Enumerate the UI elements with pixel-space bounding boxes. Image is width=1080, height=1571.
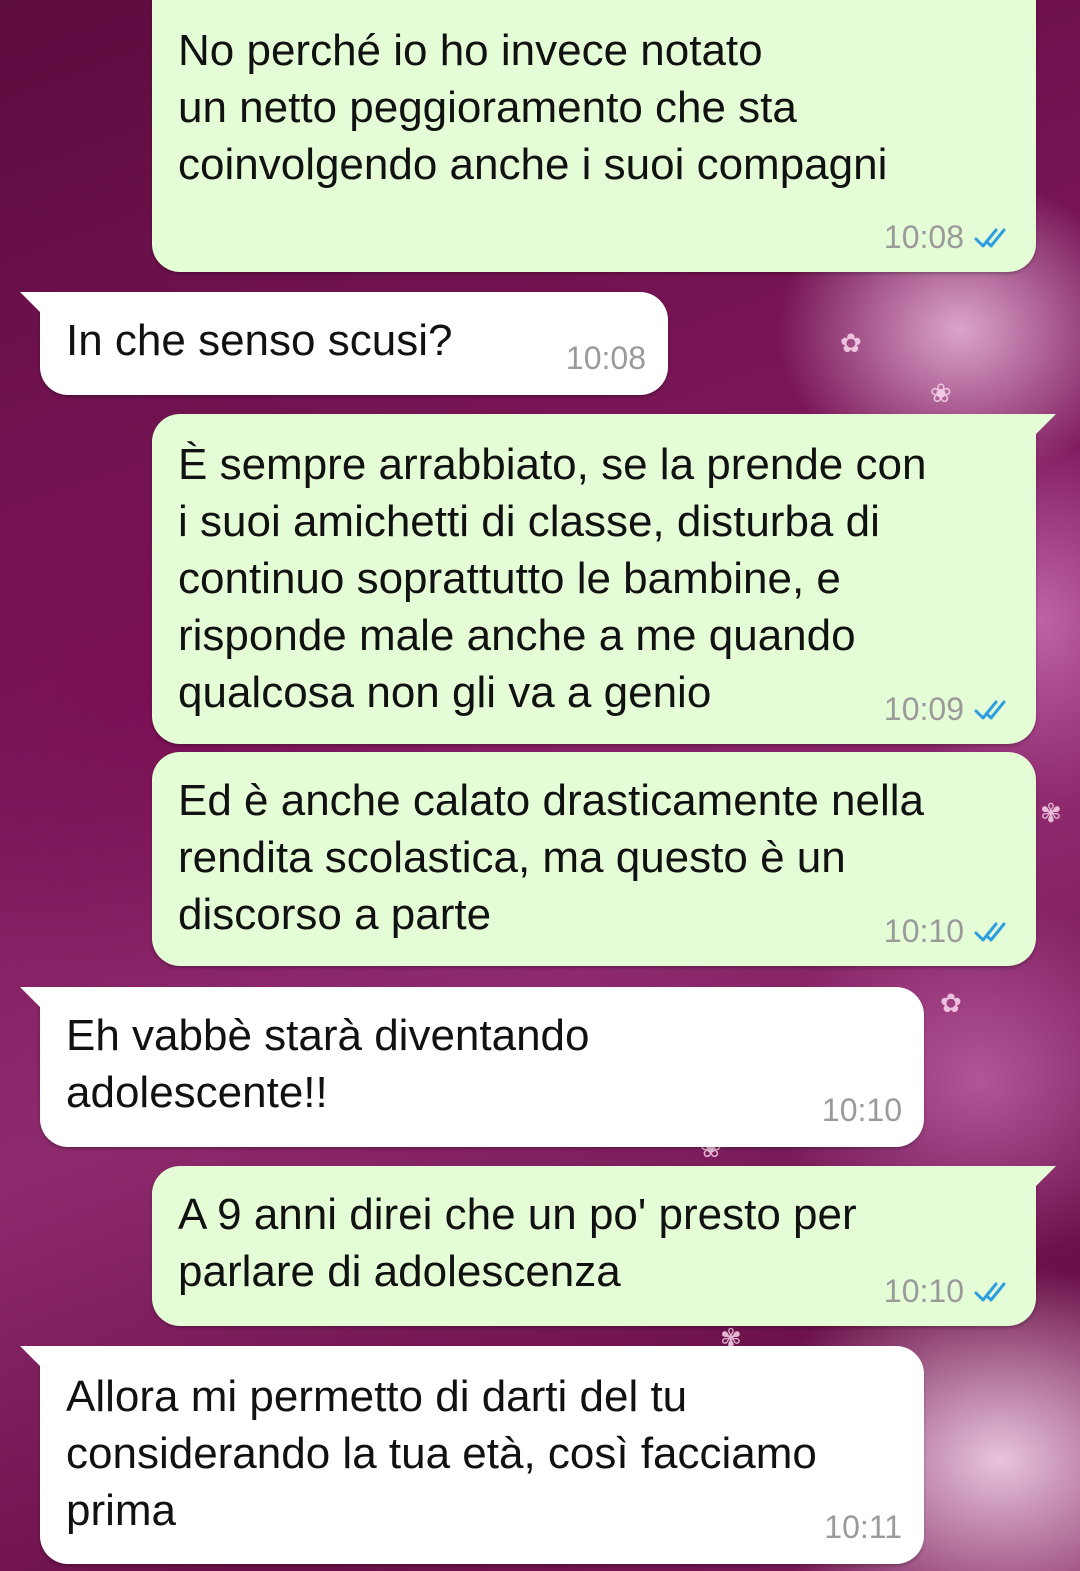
message-text: Ed è anche calato drasticamente nella re… (178, 776, 925, 939)
wallpaper-flower: ✾ (1040, 798, 1062, 828)
bubble-tail (20, 987, 42, 1009)
message-text: Eh vabbè starà diventando adolescente!! (66, 1011, 590, 1117)
message-bubble-outgoing[interactable]: È sempre arrabbiato, se la prende con i … (152, 414, 1056, 744)
bubble-tail (1034, 1166, 1056, 1188)
message-text: È sempre arrabbiato, se la prende con i … (178, 440, 927, 717)
wallpaper-flower: ❀ (930, 378, 952, 408)
message-text: In che senso scusi? (66, 316, 453, 365)
message-meta: 10:10 (822, 1092, 902, 1129)
message-bubble-outgoing[interactable]: No perché io ho invece notato un netto p… (152, 0, 1036, 272)
message-time: 10:08 (883, 219, 964, 255)
message-bubble-outgoing[interactable]: A 9 anni direi che un po' presto per par… (152, 1166, 1056, 1326)
message-bubble-incoming[interactable]: Eh vabbè starà diventando adolescente!! … (20, 987, 924, 1147)
message-bubble-incoming[interactable]: In che senso scusi? 10:08 (20, 292, 668, 395)
message-time: 10:09 (883, 691, 964, 727)
message-meta: 10:10 (884, 913, 1014, 950)
message-time: 10:11 (824, 1509, 902, 1545)
message-text: No perché io ho invece notato un netto p… (178, 26, 888, 189)
message-time: 10:10 (821, 1092, 902, 1128)
double-check-icon (974, 700, 1006, 719)
message-time: 10:08 (565, 340, 646, 376)
double-check-icon (974, 922, 1006, 941)
message-time: 10:10 (883, 1273, 964, 1309)
bubble-tail (20, 1346, 42, 1368)
wallpaper-flower: ✿ (840, 328, 862, 358)
bubble-tail (1034, 414, 1056, 436)
message-text: A 9 anni direi che un po' presto per par… (178, 1190, 857, 1296)
message-bubble-outgoing[interactable]: Ed è anche calato drasticamente nella re… (152, 752, 1036, 966)
message-meta: 10:10 (884, 1273, 1014, 1310)
message-meta: 10:08 (566, 340, 646, 377)
wallpaper-flower: ✿ (940, 988, 962, 1018)
message-time: 10:10 (883, 913, 964, 949)
message-bubble-incoming[interactable]: Allora mi permetto di darti del tu consi… (20, 1346, 924, 1564)
message-meta: 10:09 (884, 691, 1014, 728)
bubble-tail (20, 292, 42, 314)
message-meta: 10:08 (884, 219, 1014, 256)
message-text: Allora mi permetto di darti del tu consi… (66, 1372, 817, 1535)
double-check-icon (974, 1282, 1006, 1301)
double-check-icon (974, 228, 1006, 247)
message-meta: 10:11 (824, 1509, 902, 1546)
